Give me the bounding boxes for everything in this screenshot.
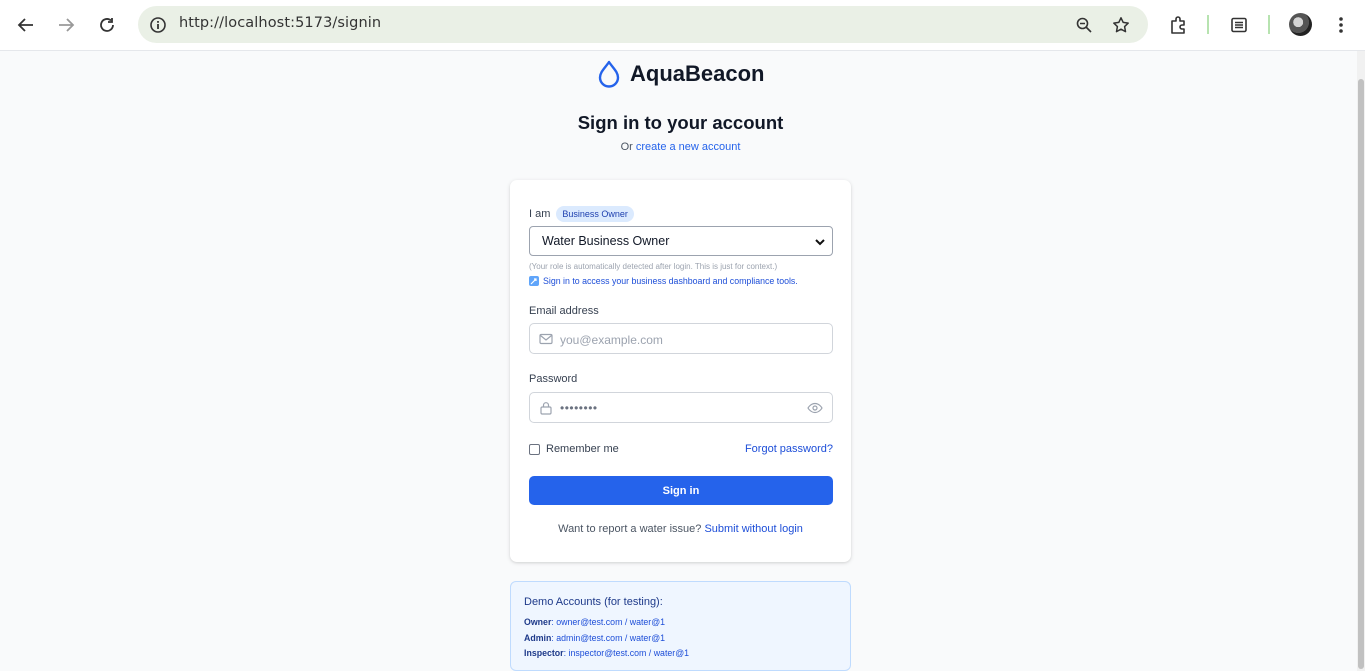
demo-accounts-box: Demo Accounts (for testing): Owner: owne…: [510, 581, 851, 671]
demo-role: Owner: [524, 617, 552, 627]
report-line: Want to report a water issue? Submit wit…: [510, 523, 851, 535]
info-icon: [529, 276, 539, 286]
demo-account-inspector: Inspector: inspector@test.com / water@1: [524, 648, 690, 658]
water-drop-icon: [598, 60, 620, 88]
role-hint: (Your role is automatically detected aft…: [529, 262, 778, 271]
password-label: Password: [529, 373, 578, 385]
report-text: Want to report a water issue?: [558, 523, 702, 535]
role-badge: Business Owner: [556, 206, 634, 222]
email-label: Email address: [529, 305, 599, 317]
zoom-icon[interactable]: [1072, 13, 1095, 36]
remember-me[interactable]: Remember me: [529, 443, 619, 455]
star-icon[interactable]: [1109, 13, 1132, 36]
demo-account-owner: Owner: owner@test.com / water@1: [524, 617, 666, 627]
extensions-icon[interactable]: [1165, 12, 1191, 38]
brand-name: AquaBeacon: [630, 61, 765, 86]
toolbar-divider: [1207, 15, 1209, 34]
or-text: Or: [620, 141, 633, 153]
demo-account-admin: Admin: admin@test.com / water@1: [524, 633, 666, 643]
email-placeholder: you@example.com: [560, 333, 663, 347]
lock-icon: [540, 402, 552, 415]
create-account-link[interactable]: create a new account: [636, 141, 741, 153]
demo-creds: inspector@test.com / water@1: [568, 648, 690, 658]
demo-creds: admin@test.com / water@1: [556, 633, 666, 643]
mail-icon: [539, 333, 553, 345]
password-value: ••••••••: [560, 401, 598, 415]
remember-checkbox[interactable]: [529, 443, 540, 455]
signin-button[interactable]: Sign in: [529, 476, 833, 505]
role-info-text: Sign in to access your business dashboar…: [543, 276, 798, 286]
scrollbar-thumb[interactable]: [1358, 79, 1364, 669]
remember-label: Remember me: [546, 443, 619, 455]
back-arrow-icon[interactable]: [9, 8, 43, 42]
role-select-value: Water Business Owner: [542, 234, 670, 248]
password-field[interactable]: ••••••••: [529, 392, 833, 423]
role-info: Sign in to access your business dashboar…: [529, 276, 798, 286]
signin-card: I am Business Owner Water Business Owner…: [510, 180, 851, 562]
page-title: Sign in to your account: [577, 112, 784, 133]
demo-creds: owner@test.com / water@1: [556, 617, 666, 627]
role-label: I am: [529, 208, 551, 220]
address-bar[interactable]: http://localhost:5173/signin: [138, 6, 1148, 43]
role-select[interactable]: Water Business Owner: [529, 226, 833, 256]
role-row: I am Business Owner: [529, 206, 634, 222]
forward-arrow-icon[interactable]: [49, 8, 83, 42]
reload-icon[interactable]: [90, 8, 124, 42]
browser-toolbar: http://localhost:5173/signin: [0, 0, 1365, 51]
more-vert-icon[interactable]: [1328, 12, 1354, 38]
demo-role: Inspector: [524, 648, 564, 658]
reading-list-icon[interactable]: [1226, 12, 1252, 38]
email-field[interactable]: you@example.com: [529, 323, 833, 354]
create-account-line: Or create a new account: [0, 141, 1361, 153]
url-text[interactable]: http://localhost:5173/signin: [179, 15, 381, 31]
toolbar-divider: [1268, 15, 1270, 34]
forgot-password-link[interactable]: Forgot password?: [745, 443, 833, 455]
brand: AquaBeacon: [596, 58, 764, 90]
demo-role: Admin: [524, 633, 552, 643]
site-info-icon[interactable]: [146, 13, 169, 36]
demo-title: Demo Accounts (for testing):: [524, 596, 663, 608]
profile-avatar[interactable]: [1289, 13, 1312, 36]
eye-icon[interactable]: [807, 401, 823, 415]
submit-without-login-link[interactable]: Submit without login: [704, 523, 802, 535]
chevron-down-icon: [815, 239, 825, 246]
